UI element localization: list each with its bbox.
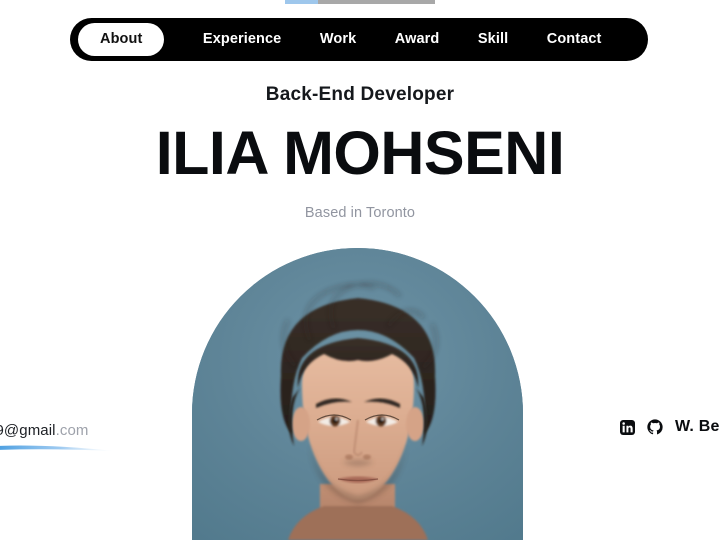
progress-bar-fill	[285, 0, 318, 4]
hero-section: Back-End Developer ILIA MOHSENI Based in…	[0, 84, 720, 221]
contact-email-block: niilya.79@gmail.com	[0, 422, 148, 459]
social-links-group: W. Be	[620, 418, 720, 436]
nav-item-skill[interactable]: Skill	[478, 23, 508, 56]
nav-item-experience[interactable]: Experience	[203, 23, 281, 56]
github-icon[interactable]	[647, 419, 663, 435]
nav-item-about[interactable]: About	[78, 23, 165, 56]
nav-item-work-label: Work	[319, 31, 357, 48]
hero-location-text: Based in Toronto	[304, 204, 416, 221]
portrait-photo	[192, 248, 523, 540]
social-extra-label[interactable]: W. Be	[675, 418, 720, 436]
nav-item-contact-label: Contact	[546, 31, 602, 48]
hero-role-title: Back-End Developer	[265, 84, 455, 105]
linkedin-icon[interactable]	[620, 419, 635, 435]
main-navigation-bar: About Experience Work Award Skill Contac…	[70, 18, 648, 61]
email-local-part: niilya.79@gmail	[0, 422, 56, 439]
nav-item-award-label: Award	[394, 31, 440, 48]
nav-item-work[interactable]: Work	[320, 23, 356, 56]
email-underline-swoosh	[0, 445, 114, 451]
email-tld-part: .com	[55, 422, 89, 439]
page-load-progress-bar	[285, 0, 435, 4]
nav-item-award[interactable]: Award	[395, 23, 440, 56]
email-link[interactable]: niilya.79@gmail.com	[0, 422, 148, 439]
nav-item-contact[interactable]: Contact	[547, 23, 602, 56]
nav-item-skill-label: Skill	[477, 31, 509, 48]
nav-item-experience-label: Experience	[202, 31, 282, 48]
nav-item-about-label: About	[100, 31, 143, 48]
page-title: ILIA MOHSENI	[155, 118, 565, 187]
